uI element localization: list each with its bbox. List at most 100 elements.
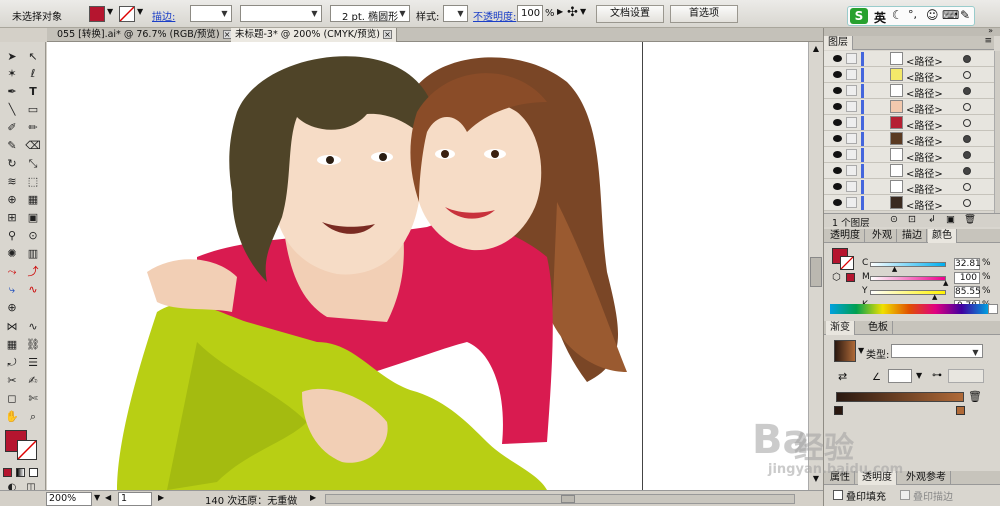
lock-toggle[interactable] — [846, 117, 857, 128]
variable-width-field[interactable]: ▼ — [240, 5, 322, 22]
layers-scrollbar[interactable] — [994, 51, 1000, 213]
scroll-thumb[interactable] — [810, 257, 822, 287]
stroke-weight-field[interactable]: ▼ — [190, 5, 232, 22]
close-icon[interactable]: × — [382, 30, 392, 39]
overprint-stroke-checkbox[interactable] — [900, 490, 910, 500]
overprint-fill-checkbox[interactable] — [833, 490, 843, 500]
new-sublayer-icon[interactable]: ↲ — [928, 214, 936, 225]
delete-stop-icon[interactable]: 🗑 — [968, 390, 982, 403]
aspect-ratio-icon[interactable]: ⊶ — [932, 370, 942, 381]
opacity-input[interactable]: 100 — [517, 5, 543, 22]
live-paint-icon[interactable]: ⤳ — [3, 264, 21, 280]
eye-icon[interactable] — [833, 119, 842, 126]
stroke-dropdown-icon[interactable]: ▼ — [137, 7, 143, 16]
selection-tool-icon[interactable]: ➤ — [3, 49, 21, 65]
opacity-dropdown-icon[interactable]: ▶ — [557, 7, 563, 16]
paintbrush-icon[interactable]: ✐ — [3, 120, 21, 136]
smile-icon[interactable]: ☺ — [926, 8, 939, 22]
target-icon[interactable] — [963, 183, 971, 191]
tab-appearance-ref[interactable]: 外观参考 — [902, 471, 951, 485]
eye-icon[interactable] — [833, 103, 842, 110]
angle-icon[interactable]: ∠ — [872, 372, 881, 383]
lock-toggle[interactable] — [846, 69, 857, 80]
chevron-down-icon[interactable]: ▼ — [916, 371, 922, 380]
eye-icon[interactable] — [833, 199, 842, 206]
aspect-ratio-field[interactable] — [948, 369, 984, 383]
eye-icon[interactable] — [833, 71, 842, 78]
tab-stroke[interactable]: 描边 — [898, 229, 927, 243]
scroll-thumb[interactable] — [561, 495, 575, 503]
document-setup-button[interactable]: 文档设置 — [596, 5, 664, 23]
opacity-link[interactable]: 不透明度: — [473, 8, 516, 23]
reverse-gradient-icon[interactable]: ⇄ — [838, 370, 847, 383]
channel-slider[interactable] — [870, 276, 946, 281]
white-swatch[interactable] — [988, 304, 998, 314]
blend-tool-icon[interactable]: ⊙ — [24, 228, 42, 244]
tab-document-2[interactable]: 未标题-3* @ 200% (CMYK/预览) × — [231, 28, 397, 42]
lasso-icon[interactable]: ℓ — [24, 66, 42, 82]
blob-brush-icon[interactable]: ✎ — [3, 138, 21, 154]
eraser-icon[interactable]: ⌫ — [24, 138, 42, 154]
eye-icon[interactable] — [833, 55, 842, 62]
gradient-stop-end[interactable] — [956, 406, 965, 415]
keyboard-icon[interactable]: ⌨ — [942, 8, 959, 22]
column-graph-icon[interactable]: ▥ — [24, 246, 42, 262]
next-page-icon[interactable]: ▶ — [158, 493, 164, 502]
path-icon[interactable]: ⤾ — [3, 355, 21, 371]
clipping-mask-icon[interactable]: ⊡ — [908, 214, 916, 225]
lock-toggle[interactable] — [846, 181, 857, 192]
gradient-type-select[interactable]: ▼ — [891, 344, 983, 358]
target-icon[interactable] — [963, 151, 971, 159]
channel-slider[interactable] — [870, 262, 946, 267]
eye-icon[interactable] — [833, 151, 842, 158]
tab-document-1[interactable]: 055 [转换].ai* @ 76.7% (RGB/预览) × — [53, 28, 237, 42]
target-icon[interactable] — [963, 167, 971, 175]
symbol-sprayer-icon[interactable]: ✺ — [3, 246, 21, 262]
direct-selection-tool-icon[interactable]: ↖ — [24, 49, 42, 65]
free-transform-icon[interactable]: ⬚ — [24, 174, 42, 190]
horizontal-scrollbar[interactable] — [325, 494, 795, 504]
chevron-down-icon[interactable]: ▼ — [580, 7, 586, 16]
target-icon[interactable] — [963, 87, 971, 95]
gradient-stop-start[interactable] — [834, 406, 843, 415]
moon-icon[interactable]: ☾ — [892, 8, 903, 22]
locate-object-icon[interactable]: ⊙ — [890, 214, 898, 225]
stroke-swatch[interactable] — [119, 6, 135, 22]
gradient-slider[interactable] — [836, 392, 964, 402]
crosshair-icon[interactable]: ⊕ — [3, 300, 21, 316]
artboard-canvas[interactable]: Bai — [47, 42, 823, 490]
hand-tool-icon[interactable]: ✋ — [3, 409, 21, 425]
page-field[interactable]: 1 — [118, 492, 152, 506]
target-icon[interactable] — [963, 199, 971, 207]
channel-value[interactable]: 32.81 — [954, 258, 981, 270]
eye-icon[interactable] — [833, 135, 842, 142]
channel-value[interactable]: 85.55 — [954, 286, 981, 298]
envelope-icon[interactable]: ⋈ — [3, 319, 21, 335]
collapse-icon[interactable]: » — [988, 26, 993, 35]
shape-builder-icon[interactable]: ⊕ — [3, 192, 21, 208]
fill-dropdown-icon[interactable]: ▼ — [107, 7, 113, 16]
panel-menu-icon[interactable]: ≡ — [984, 36, 992, 46]
zoom-field[interactable]: 200% — [46, 492, 92, 506]
warp-tool-icon[interactable]: ≋ — [3, 174, 21, 190]
line-tool-icon[interactable]: ╲ — [3, 102, 21, 118]
layer-row[interactable]: <路径> — [824, 115, 994, 132]
layer-row[interactable]: <路径> — [824, 179, 994, 196]
pencil-icon[interactable]: ✏ — [24, 120, 42, 136]
lock-toggle[interactable] — [846, 101, 857, 112]
color-mode-icon[interactable] — [3, 468, 12, 477]
artboard-tool-icon[interactable]: ◻ — [3, 391, 21, 407]
rectangle-tool-icon[interactable]: ▭ — [24, 102, 42, 118]
target-icon[interactable] — [963, 119, 971, 127]
stroke-link[interactable]: 描边: — [152, 8, 175, 23]
pen-tool-icon[interactable]: ✒ — [3, 84, 21, 100]
ime-language-label[interactable]: 英 — [874, 9, 886, 26]
tab-transparency[interactable]: 透明度 — [826, 229, 865, 243]
layer-row[interactable]: <路径> — [824, 67, 994, 84]
scroll-up-icon[interactable]: ▲ — [810, 44, 822, 56]
gradient-preview-swatch[interactable] — [834, 340, 856, 362]
tab-color[interactable]: 颜色 — [928, 229, 957, 243]
sogou-logo-icon[interactable]: S — [850, 8, 868, 24]
mesh-tool-icon[interactable]: ⊞ — [3, 210, 21, 226]
curvature-icon[interactable]: ⤷ — [3, 282, 21, 298]
